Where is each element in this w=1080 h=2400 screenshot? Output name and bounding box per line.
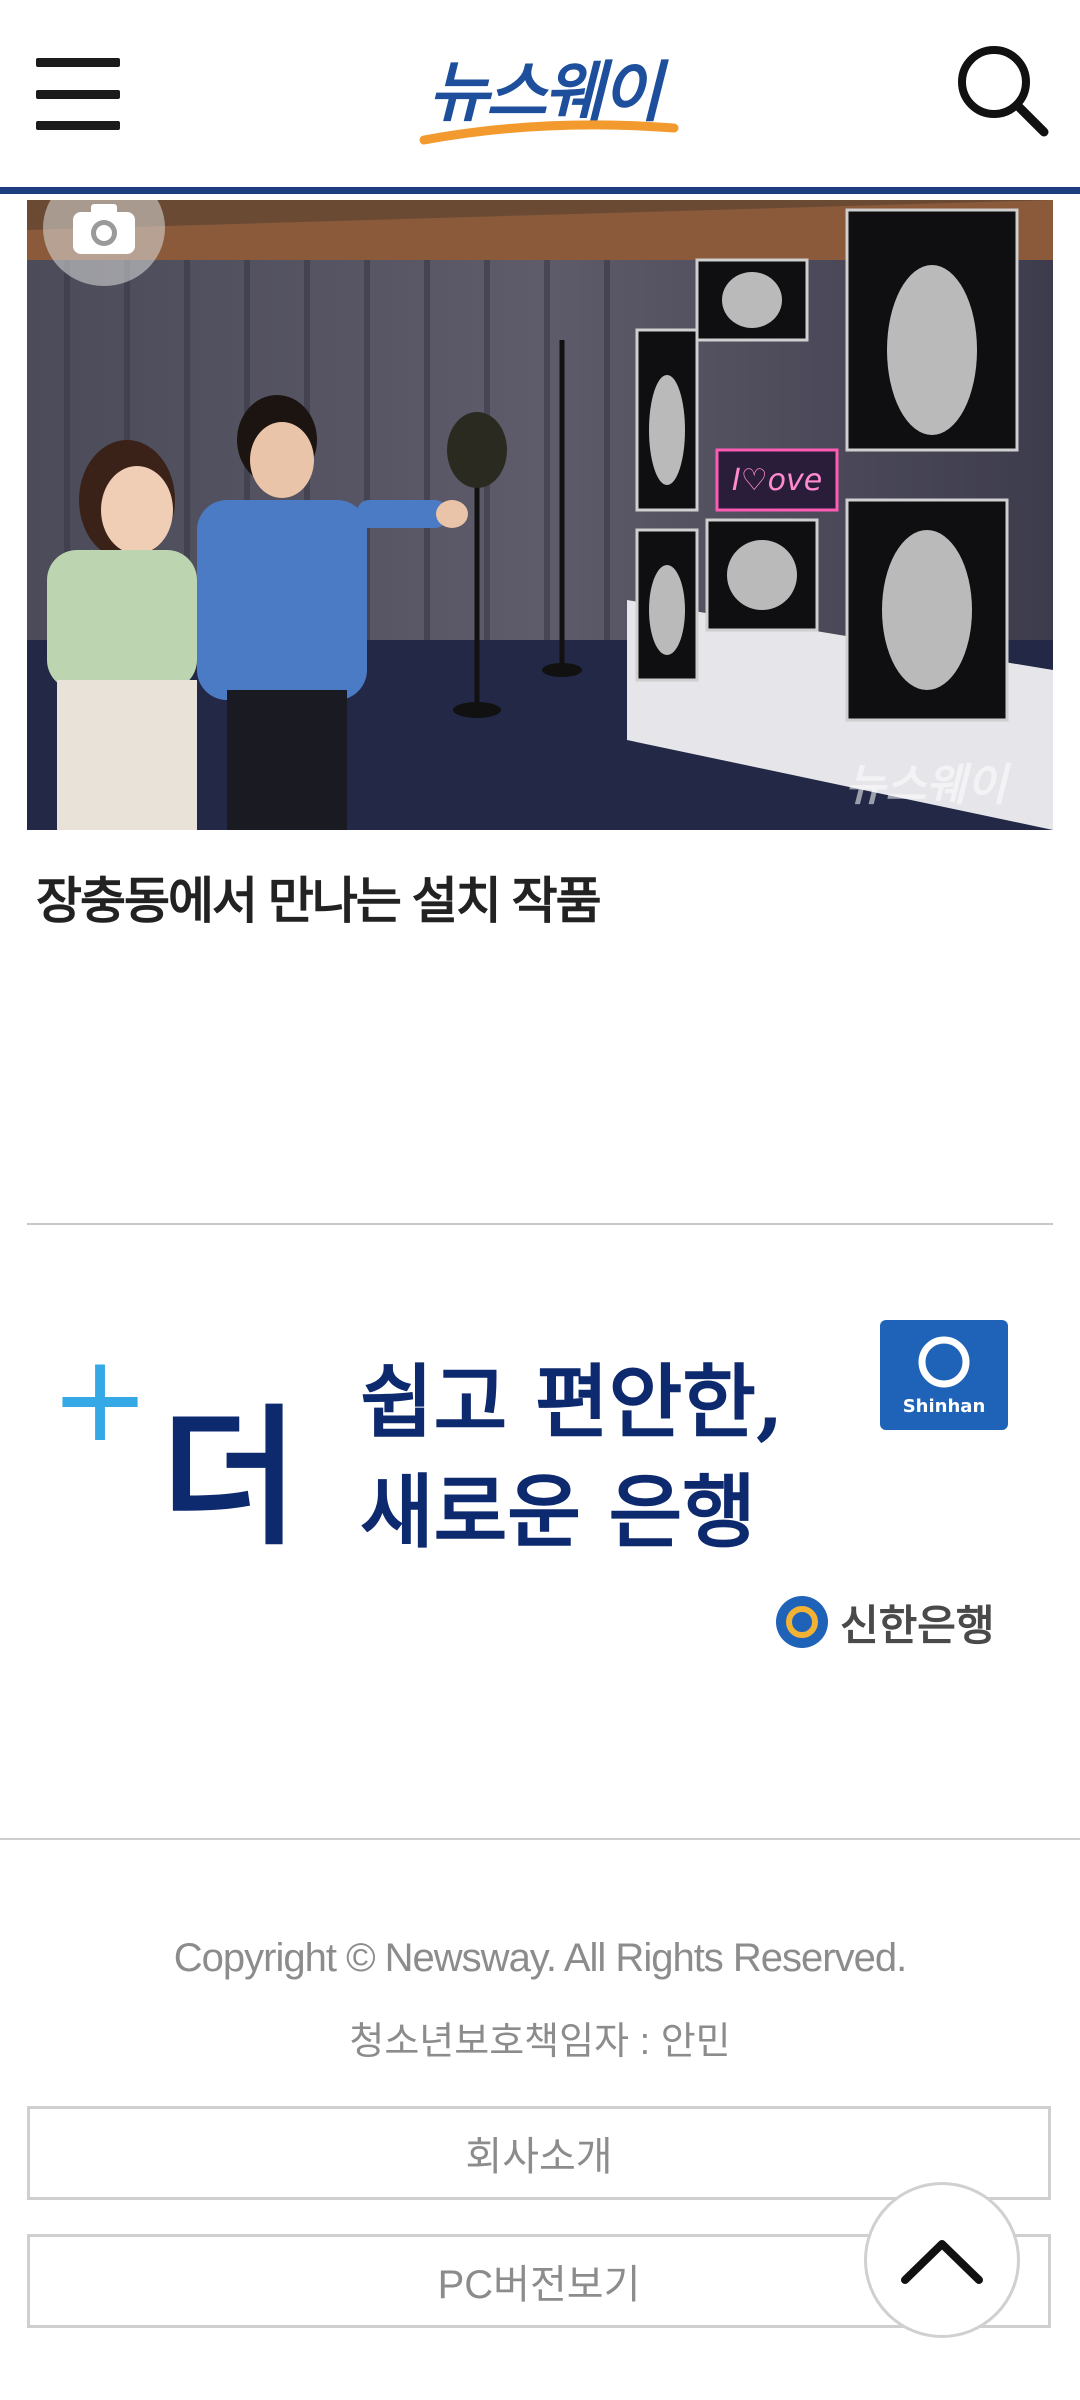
- company-info-button[interactable]: 회사소개: [27, 2106, 1051, 2200]
- ad-plus: +: [50, 1330, 151, 1469]
- chevron-up-icon: [901, 2240, 983, 2284]
- article-photo[interactable]: I♡ove 뉴스웨이: [27, 200, 1053, 830]
- search-icon[interactable]: [952, 40, 1052, 140]
- shinhan-bank-ad[interactable]: + 더 쉽고 편안한, 새로운 은행 Shinhan 신한은행: [40, 1300, 1040, 1670]
- ad-brand-name: 신한은행: [840, 1601, 995, 1650]
- copyright-text: Copyright © Newsway. All Rights Reserved…: [173, 1936, 907, 1980]
- site-header: 뉴스웨이: [0, 0, 1080, 194]
- ad-line2: 새로운 은행: [360, 1465, 756, 1559]
- section-divider: [27, 1223, 1053, 1225]
- logo-text: 뉴스웨이: [429, 54, 670, 131]
- ad-line1: 쉽고 편안한,: [360, 1355, 784, 1449]
- footer-divider: [0, 1838, 1080, 1840]
- article-headline[interactable]: 장충동에서 만나는 설치 작품: [36, 866, 1046, 936]
- newsway-logo[interactable]: 뉴스웨이: [384, 40, 704, 160]
- neon-sign-text: I♡ove: [732, 463, 822, 498]
- hamburger-menu-icon[interactable]: [36, 58, 120, 130]
- photo-watermark: 뉴스웨이: [845, 760, 1011, 811]
- scroll-to-top-button[interactable]: [864, 2182, 1020, 2338]
- ad-badge-text: Shinhan: [903, 1396, 986, 1417]
- ad-big-char: 더: [161, 1390, 299, 1566]
- youth-protection-officer: 청소년보호책임자 : 안민: [349, 2021, 731, 2063]
